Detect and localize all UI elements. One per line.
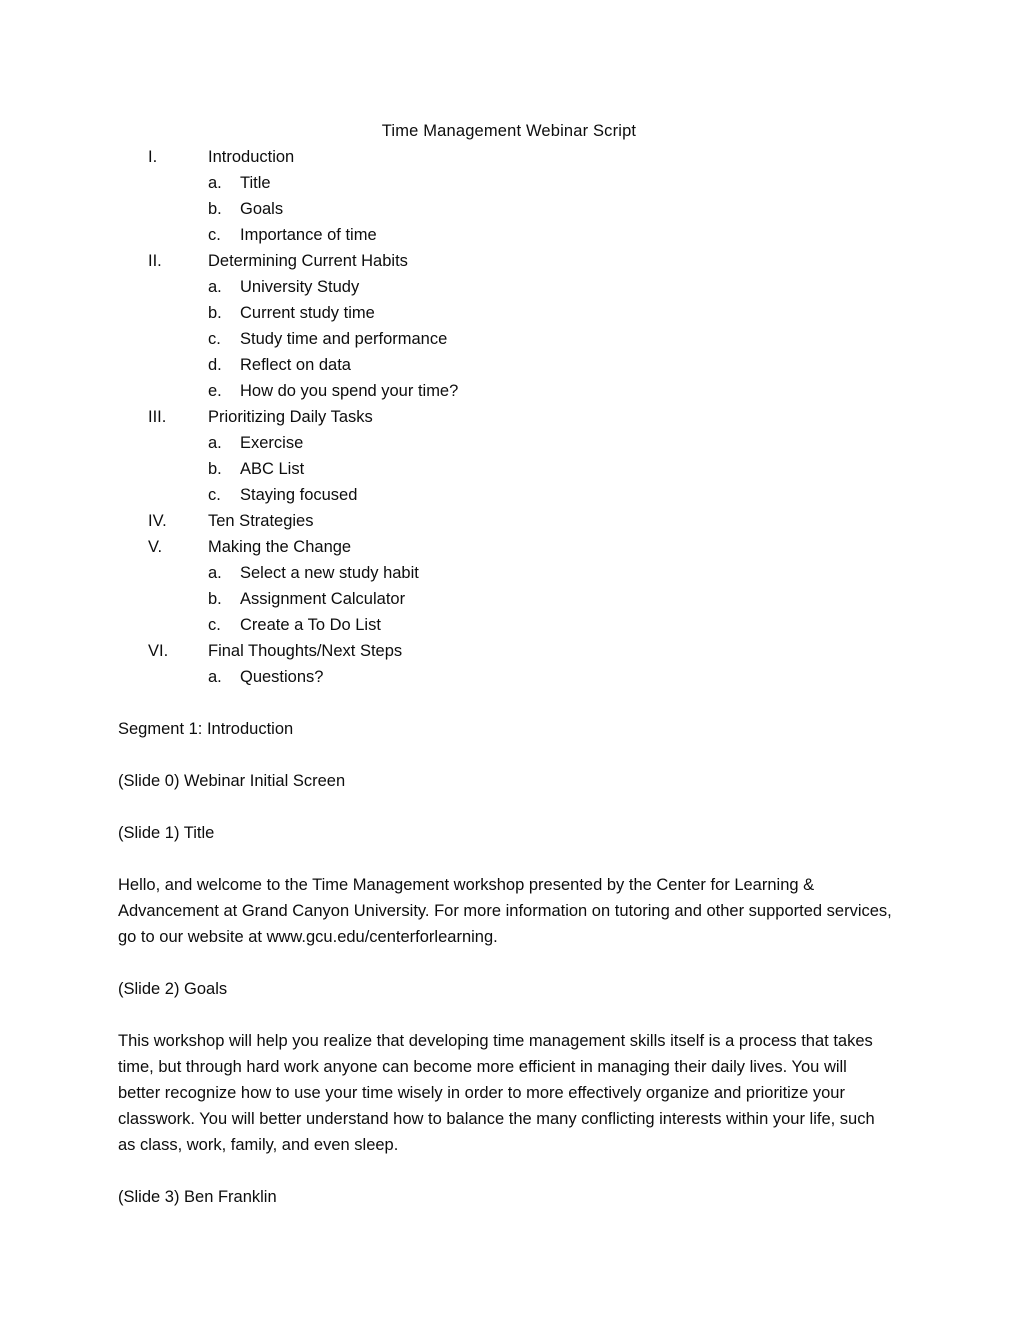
outline-item: b. ABC List — [118, 456, 900, 482]
outline-item-marker: b. — [208, 590, 222, 608]
outline-item-label: University Study — [240, 278, 360, 296]
slide-2-heading: (Slide 2) Goals — [118, 980, 228, 998]
outline-item: I. Introduction — [118, 144, 900, 170]
outline-item-label: Ten Strategies — [208, 512, 314, 530]
outline-item: d. Reflect on data — [118, 352, 900, 378]
outline-item-label: Making the Change — [208, 538, 352, 556]
outline-item: c. Staying focused — [118, 482, 900, 508]
outline-item-marker: VI. — [148, 642, 169, 660]
slide-3-heading: (Slide 3) Ben Franklin — [118, 1188, 277, 1206]
segment-heading: Segment 1: Introduction — [118, 720, 294, 738]
outline-item-marker: a. — [208, 434, 222, 452]
outline-item-label: Assignment Calculator — [240, 590, 406, 608]
slide-1-heading: (Slide 1) Title — [118, 824, 215, 842]
outline-item-marker: V. — [148, 538, 163, 556]
outline-item: a. Questions? — [118, 664, 900, 690]
slide-1-paragraph: Hello, and welcome to the Time Managemen… — [118, 876, 892, 946]
outline-item: e. How do you spend your time? — [118, 378, 900, 404]
outline-item-label: Importance of time — [240, 226, 377, 244]
outline-item-marker: b. — [208, 304, 222, 322]
outline-item: c. Create a To Do List — [118, 612, 900, 638]
outline-item-marker: IV. — [148, 512, 167, 530]
outline-item-marker: a. — [208, 174, 222, 192]
outline-item-label: Staying focused — [240, 486, 358, 504]
outline-item-marker: I. — [148, 148, 158, 166]
page-title: Time Management Webinar Script — [381, 122, 637, 140]
slide-2-paragraph: This workshop will help you realize that… — [118, 1032, 875, 1154]
outline-item: a. University Study — [118, 274, 900, 300]
outline-item-label: Title — [240, 174, 271, 192]
outline-item-label: Questions? — [240, 668, 324, 686]
webinar-outline: I. Introduction a. Title b. Goals c. Importance… — [118, 144, 900, 690]
outline-item: b. Goals — [118, 196, 900, 222]
outline-item-label: ABC List — [240, 460, 305, 478]
outline-item-marker: b. — [208, 460, 222, 478]
outline-item-marker: a. — [208, 668, 222, 686]
outline-item-label: Study time and performance — [240, 330, 448, 348]
document-page: Time Management Webinar Script I. Introdu… — [0, 0, 1020, 1320]
outline-item-marker: c. — [208, 226, 221, 244]
outline-item: c. Study time and performance — [118, 326, 900, 352]
outline-item-marker: c. — [208, 486, 221, 504]
outline-item-label: Reflect on data — [240, 356, 351, 374]
document-body: Segment 1: Introduction (Slide 0) Webina… — [118, 690, 900, 1210]
outline-item-label: Determining Current Habits — [208, 252, 408, 270]
outline-item: b. Assignment Calculator — [118, 586, 900, 612]
outline-item-marker: II. — [148, 252, 162, 270]
outline-item-label: Create a To Do List — [240, 616, 381, 634]
outline-item-marker: a. — [208, 564, 222, 582]
outline-item-label: How do you spend your time? — [240, 382, 459, 400]
slide-0-heading: (Slide 0) Webinar Initial Screen — [118, 772, 346, 790]
outline-item: a. Exercise — [118, 430, 900, 456]
outline-item-marker: a. — [208, 278, 222, 296]
outline-item-marker: d. — [208, 356, 222, 374]
outline-item: b. Current study time — [118, 300, 900, 326]
outline-item: IV. Ten Strategies — [118, 508, 900, 534]
outline-item-marker: c. — [208, 330, 221, 348]
outline-item: VI. Final Thoughts/Next Steps — [118, 638, 900, 664]
outline-item-label: Select a new study habit — [240, 564, 419, 582]
outline-item-label: Introduction — [208, 148, 295, 166]
outline-item: III. Prioritizing Daily Tasks — [118, 404, 900, 430]
outline-item-marker: b. — [208, 200, 222, 218]
outline-item-label: Prioritizing Daily Tasks — [208, 408, 373, 426]
outline-item: V. Making the Change — [118, 534, 900, 560]
outline-item-label: Current study time — [240, 304, 375, 322]
outline-item: II. Determining Current Habits — [118, 248, 900, 274]
outline-item-label: Final Thoughts/Next Steps — [208, 642, 403, 660]
outline-item: a. Title — [118, 170, 900, 196]
outline-item-label: Goals — [240, 200, 284, 218]
outline-item-label: Exercise — [240, 434, 304, 452]
outline-item: a. Select a new study habit — [118, 560, 900, 586]
outline-item-marker: e. — [208, 382, 222, 400]
outline-item-marker: III. — [148, 408, 167, 426]
outline-item: c. Importance of time — [118, 222, 900, 248]
outline-item-marker: c. — [208, 616, 221, 634]
